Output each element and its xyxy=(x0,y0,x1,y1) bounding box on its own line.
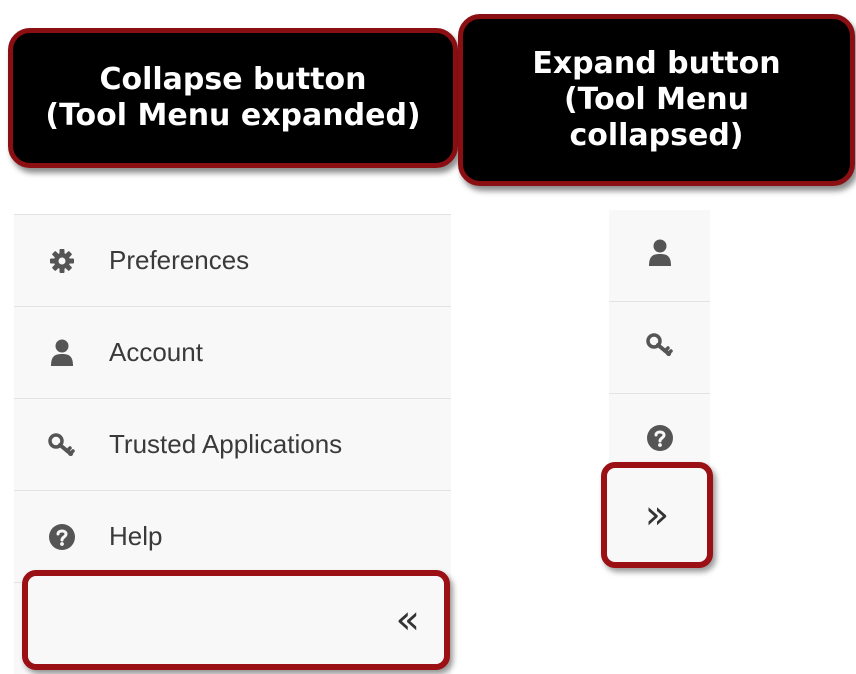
callout-line: Collapse button xyxy=(99,62,367,97)
gear-icon xyxy=(47,246,77,276)
key-icon xyxy=(47,430,77,460)
double-chevron-left-icon: « xyxy=(395,597,420,643)
question-circle-icon xyxy=(47,522,77,552)
callout-line: collapsed) xyxy=(569,118,744,153)
double-chevron-right-icon: » xyxy=(644,492,670,538)
question-circle-icon xyxy=(646,424,674,457)
menu-item-label: Help xyxy=(109,521,163,551)
callout-line: (Tool Menu xyxy=(563,82,750,117)
menu-item-label: Preferences xyxy=(109,245,250,275)
collapsed-account-button[interactable] xyxy=(609,210,710,302)
menu-item-account[interactable]: Account xyxy=(14,307,451,399)
callout-line: (Tool Menu expanded) xyxy=(45,98,421,133)
collapsed-trusted-applications-button[interactable] xyxy=(609,302,710,394)
menu-item-preferences[interactable]: Preferences xyxy=(14,215,451,307)
user-icon xyxy=(648,239,672,272)
collapse-callout: Collapse button (Tool Menu expanded) xyxy=(8,28,458,168)
callout-line: Expand button xyxy=(532,46,781,81)
menu-item-label: Account xyxy=(109,337,203,367)
menu-item-label: Trusted Applications xyxy=(109,429,343,459)
user-icon xyxy=(47,338,77,368)
menu-item-trusted-applications[interactable]: Trusted Applications xyxy=(14,399,451,491)
expand-button[interactable]: » xyxy=(601,462,713,568)
collapse-button[interactable]: « xyxy=(22,570,450,670)
key-icon xyxy=(645,333,674,362)
expand-callout: Expand button (Tool Menu collapsed) xyxy=(458,14,855,186)
